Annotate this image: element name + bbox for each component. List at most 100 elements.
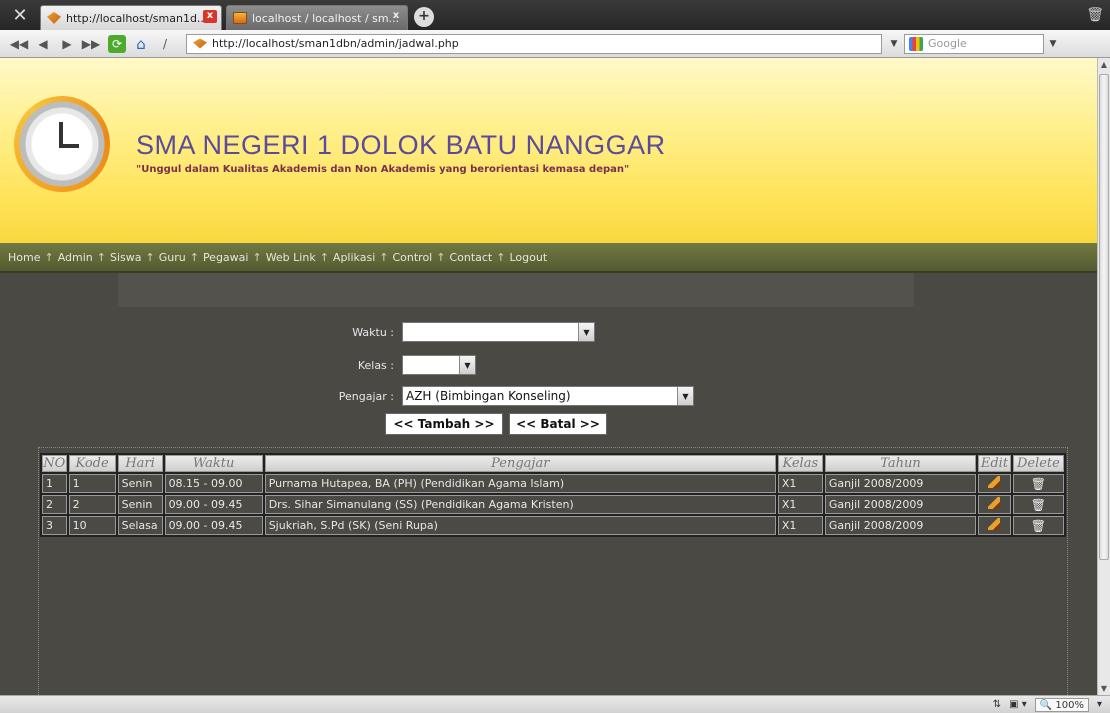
edit-cell[interactable]	[978, 516, 1011, 535]
menu-separator: ↑	[96, 250, 106, 264]
menu-item-control[interactable]: Control	[392, 251, 432, 264]
cell-hari: Selasa	[117, 516, 163, 535]
menu-separator: ↑	[319, 250, 329, 264]
delete-cell[interactable]: 🗑	[1012, 495, 1064, 514]
menu-item-logout[interactable]: Logout	[509, 251, 547, 264]
close-tab-icon[interactable]: x	[389, 10, 403, 23]
menu-item-web-link[interactable]: Web Link	[266, 251, 316, 264]
kelas-select[interactable]: ▼	[402, 355, 476, 375]
site-header: SMA NEGERI 1 DOLOK BATU NANGGAR "Unggul …	[0, 58, 1097, 243]
back-icon[interactable]: ◀	[32, 34, 54, 54]
cell-kode: 1	[68, 474, 116, 493]
pencil-icon[interactable]	[988, 476, 1001, 488]
cell-pengajar: Sjukriah, S.Pd (SK) (Seni Rupa)	[264, 516, 776, 535]
table-header-row: NO Kode Hari Waktu Pengajar Kelas Tahun …	[42, 455, 1064, 472]
zoom-dropdown-icon[interactable]: ▾	[1097, 699, 1102, 710]
menu-item-aplikasi[interactable]: Aplikasi	[333, 251, 375, 264]
delete-cell[interactable]: 🗑	[1012, 474, 1064, 493]
menu-item-contact[interactable]: Contact	[449, 251, 492, 264]
clock-hand	[59, 144, 79, 148]
cell-tahun: Ganjil 2008/2009	[824, 474, 977, 493]
chevron-down-icon[interactable]: ▼	[578, 323, 594, 341]
chevron-down-icon[interactable]: ▼	[677, 387, 693, 405]
col-pengajar: Pengajar	[264, 455, 776, 472]
zoom-control[interactable]: 🔍 100%	[1034, 697, 1089, 712]
search-placeholder: Google	[928, 37, 967, 50]
url-dropdown-icon[interactable]: ▼	[884, 34, 904, 54]
pengajar-select[interactable]: AZH (Bimbingan Konseling) ▼	[402, 386, 694, 406]
col-kelas: Kelas	[777, 455, 823, 472]
edit-cell[interactable]	[978, 495, 1011, 514]
browser-nav-bar: ◀◀ ◀ ▶ ▶▶ ⟳ ⌂ / http://localhost/sman1db…	[0, 30, 1110, 58]
address-bar[interactable]: http://localhost/sman1dbn/admin/jadwal.p…	[186, 33, 882, 54]
table-row: 1 1 Senin 08.15 - 09.00 Purnama Hutapea,…	[42, 474, 1064, 493]
search-box[interactable]: Google	[904, 33, 1044, 54]
tab-jadwal[interactable]: http://localhost/sman1d... x	[40, 5, 222, 30]
site-favicon-icon	[47, 12, 61, 24]
menu-item-guru[interactable]: Guru	[159, 251, 186, 264]
delete-cell[interactable]: 🗑	[1012, 516, 1064, 535]
menu-item-siswa[interactable]: Siswa	[110, 251, 142, 264]
cell-tahun: Ganjil 2008/2009	[824, 516, 977, 535]
trash-icon[interactable]: 🗑	[1031, 519, 1046, 533]
table-row: 3 10 Selasa 09.00 - 09.45 Sjukriah, S.Pd…	[42, 516, 1064, 535]
menu-separator: ↑	[189, 250, 199, 264]
reload-icon[interactable]: ⟳	[108, 34, 126, 53]
kelas-label: Kelas :	[357, 358, 394, 372]
trash-icon[interactable]: 🗑	[1031, 498, 1046, 512]
tambah-button[interactable]: << Tambah >>	[385, 413, 503, 435]
col-edit: Edit	[978, 455, 1011, 472]
vertical-scrollbar[interactable]: ▲ ▼	[1097, 58, 1110, 695]
chevron-down-icon[interactable]: ▼	[459, 356, 475, 374]
site-favicon-icon	[193, 38, 207, 49]
browser-tab-bar: ✕ http://localhost/sman1d... x localhost…	[0, 0, 1110, 30]
col-tahun: Tahun	[824, 455, 977, 472]
cell-waktu: 09.00 - 09.45	[164, 495, 263, 514]
tab-title: localhost / localhost / sm...	[252, 11, 400, 25]
tools-icon[interactable]: ✕	[0, 0, 40, 30]
cell-no: 3	[42, 516, 67, 535]
col-no: NO	[42, 455, 67, 472]
menu-separator: ↑	[252, 250, 262, 264]
scroll-up-icon[interactable]: ▲	[1098, 58, 1110, 71]
scroll-thumb[interactable]	[1099, 74, 1109, 560]
pencil-icon[interactable]	[988, 497, 1001, 509]
edit-url-icon[interactable]: /	[154, 34, 176, 54]
trash-icon[interactable]: 🗑	[1031, 477, 1046, 491]
waktu-label: Waktu :	[352, 325, 394, 339]
cell-kelas: X1	[777, 516, 823, 535]
phpmyadmin-favicon-icon	[233, 12, 247, 24]
cell-tahun: Ganjil 2008/2009	[824, 495, 977, 514]
menu-separator: ↑	[145, 250, 155, 264]
new-tab-icon[interactable]: +	[414, 7, 434, 27]
batal-button[interactable]: << Batal >>	[509, 413, 607, 435]
close-tab-icon[interactable]: x	[203, 10, 217, 23]
search-dropdown-icon[interactable]: ▼	[1044, 39, 1062, 49]
scroll-down-icon[interactable]: ▼	[1098, 682, 1110, 695]
forward-icon[interactable]: ▶	[56, 34, 78, 54]
school-motto: "Unggul dalam Kualitas Akademis dan Non …	[136, 164, 630, 175]
pencil-icon[interactable]	[988, 518, 1001, 530]
col-hari: Hari	[117, 455, 163, 472]
network-icon[interactable]: ⇅	[993, 699, 1001, 710]
pengajar-row: Pengajar : AZH (Bimbingan Konseling) ▼	[300, 386, 694, 406]
cell-no: 2	[42, 495, 67, 514]
col-delete: Delete	[1012, 455, 1064, 472]
edit-cell[interactable]	[978, 474, 1011, 493]
menu-item-admin[interactable]: Admin	[58, 251, 93, 264]
cell-waktu: 09.00 - 09.45	[164, 516, 263, 535]
cell-kelas: X1	[777, 495, 823, 514]
page-info-icon[interactable]: ▣ ▾	[1009, 699, 1027, 710]
menu-item-pegawai[interactable]: Pegawai	[203, 251, 249, 264]
trash-icon[interactable]: 🗑	[1086, 7, 1104, 23]
tab-phpmyadmin[interactable]: localhost / localhost / sm... x	[226, 5, 408, 30]
status-bar: ⇅ ▣ ▾ 🔍 100% ▾	[0, 695, 1110, 713]
waktu-select[interactable]: ▼	[402, 322, 595, 342]
table-row: 2 2 Senin 09.00 - 09.45 Drs. Sihar Siman…	[42, 495, 1064, 514]
cell-hari: Senin	[117, 474, 163, 493]
fast-forward-icon[interactable]: ▶▶	[80, 34, 102, 54]
rewind-icon[interactable]: ◀◀	[8, 34, 30, 54]
pengajar-value: AZH (Bimbingan Konseling)	[406, 389, 571, 403]
menu-item-home[interactable]: Home	[8, 251, 40, 264]
home-icon[interactable]: ⌂	[130, 34, 152, 54]
